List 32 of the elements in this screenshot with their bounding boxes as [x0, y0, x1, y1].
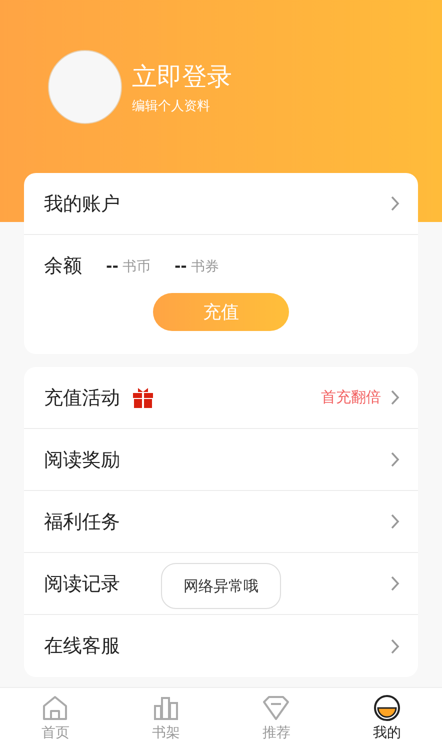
menu-item[interactable]: 阅读奖励 [24, 429, 418, 491]
menu-label: 在线客服 [44, 634, 120, 659]
tab[interactable]: 我的 [332, 688, 442, 747]
account-title[interactable]: 我的账户 [44, 190, 120, 216]
balance-value: -- [106, 256, 118, 274]
chevron-right-icon [391, 638, 400, 654]
menu-item[interactable]: 在线客服 [24, 615, 418, 677]
balance-label: 余额 [44, 254, 82, 279]
promo-text: 首充翻倍 [321, 388, 381, 407]
chevron-right-icon [391, 452, 400, 467]
balance-unit: 书券 [190, 258, 219, 276]
menu-item[interactable]: 福利任务 [24, 491, 418, 553]
chevron-right-icon [391, 514, 400, 529]
tab-label: 我的 [372, 724, 401, 742]
tab-label: 推荐 [262, 724, 290, 742]
menu-label: 充值活动 [44, 386, 120, 410]
chevron-right-icon [391, 576, 400, 591]
chevron-right-icon [391, 196, 400, 211]
menu-label: 阅读奖励 [44, 448, 120, 472]
tab-label: 首页 [41, 724, 70, 742]
toast-message: 网络异常哦 [161, 563, 281, 609]
diamond-icon [262, 694, 290, 722]
menu-label: 阅读记录 [44, 572, 120, 596]
balance-value: -- [174, 256, 187, 274]
chevron-right-icon [391, 390, 400, 405]
tab-label: 书架 [152, 724, 180, 742]
menu-item[interactable]: 充值活动 首充翻倍 [24, 367, 418, 429]
balance-unit: 书币 [122, 258, 150, 276]
gift-icon [132, 386, 154, 408]
bowl-icon [372, 694, 401, 722]
home-icon [41, 694, 70, 722]
menu-label: 福利任务 [44, 510, 120, 534]
